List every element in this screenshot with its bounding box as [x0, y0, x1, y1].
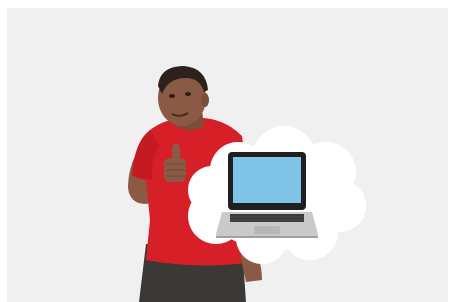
ear — [201, 93, 209, 107]
photo-scene — [0, 0, 452, 302]
eye-right — [185, 92, 191, 96]
laptop-icon — [216, 152, 318, 238]
illustration — [128, 66, 366, 302]
eye-left — [169, 94, 175, 98]
